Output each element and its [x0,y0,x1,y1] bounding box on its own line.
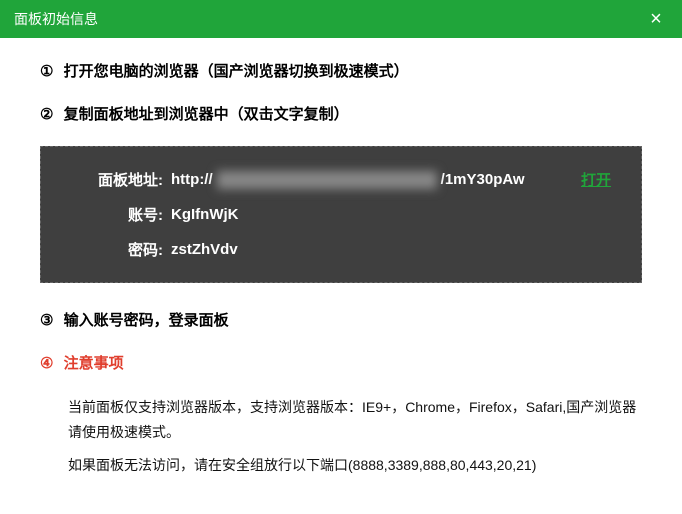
step-3-text: 输入账号密码，登录面板 [64,312,229,329]
titlebar-title: 面板初始信息 [14,9,98,29]
panel-address-value: http:// /1mY30pAw [171,171,559,189]
step-2-num: ② [40,105,53,123]
username-row[interactable]: 账号: KgIfnWjK [71,204,611,225]
step-1-text: 打开您电脑的浏览器（国产浏览器切换到极速模式） [64,63,409,80]
panel-address-row[interactable]: 面板地址: http:// /1mY30pAw 打开 [71,169,611,190]
step-2: ② 复制面板地址到浏览器中（双击文字复制） [40,103,642,124]
step-4: ④ 注意事项 [40,352,642,373]
url-suffix: /1mY30pAw [441,171,525,188]
password-row[interactable]: 密码: zstZhVdv [71,239,611,260]
step-2-text: 复制面板地址到浏览器中（双击文字复制） [64,106,349,123]
step-4-num: ④ [40,354,53,372]
open-link[interactable]: 打开 [581,169,611,190]
step-4-text: 注意事项 [64,355,124,372]
url-blurred-icon [217,171,437,189]
step-3: ③ 输入账号密码，登录面板 [40,309,642,330]
close-icon[interactable]: × [644,8,668,31]
username-label: 账号: [71,204,163,225]
notice-line-2: 如果面板无法访问，请在安全组放行以下端口(8888,3389,888,80,44… [68,453,642,478]
notice-block: 当前面板仅支持浏览器版本，支持浏览器版本：IE9+，Chrome，Firefox… [40,395,642,479]
step-3-num: ③ [40,311,53,329]
password-value: zstZhVdv [171,241,611,258]
url-prefix: http:// [171,171,213,188]
info-box: 面板地址: http:// /1mY30pAw 打开 账号: KgIfnWjK … [40,146,642,283]
panel-address-label: 面板地址: [71,169,163,190]
step-1-num: ① [40,62,53,80]
password-label: 密码: [71,239,163,260]
content: ① 打开您电脑的浏览器（国产浏览器切换到极速模式） ② 复制面板地址到浏览器中（… [0,38,682,507]
username-value: KgIfnWjK [171,206,611,223]
notice-line-1: 当前面板仅支持浏览器版本，支持浏览器版本：IE9+，Chrome，Firefox… [68,395,642,445]
titlebar: 面板初始信息 × [0,0,682,38]
step-1: ① 打开您电脑的浏览器（国产浏览器切换到极速模式） [40,60,642,81]
